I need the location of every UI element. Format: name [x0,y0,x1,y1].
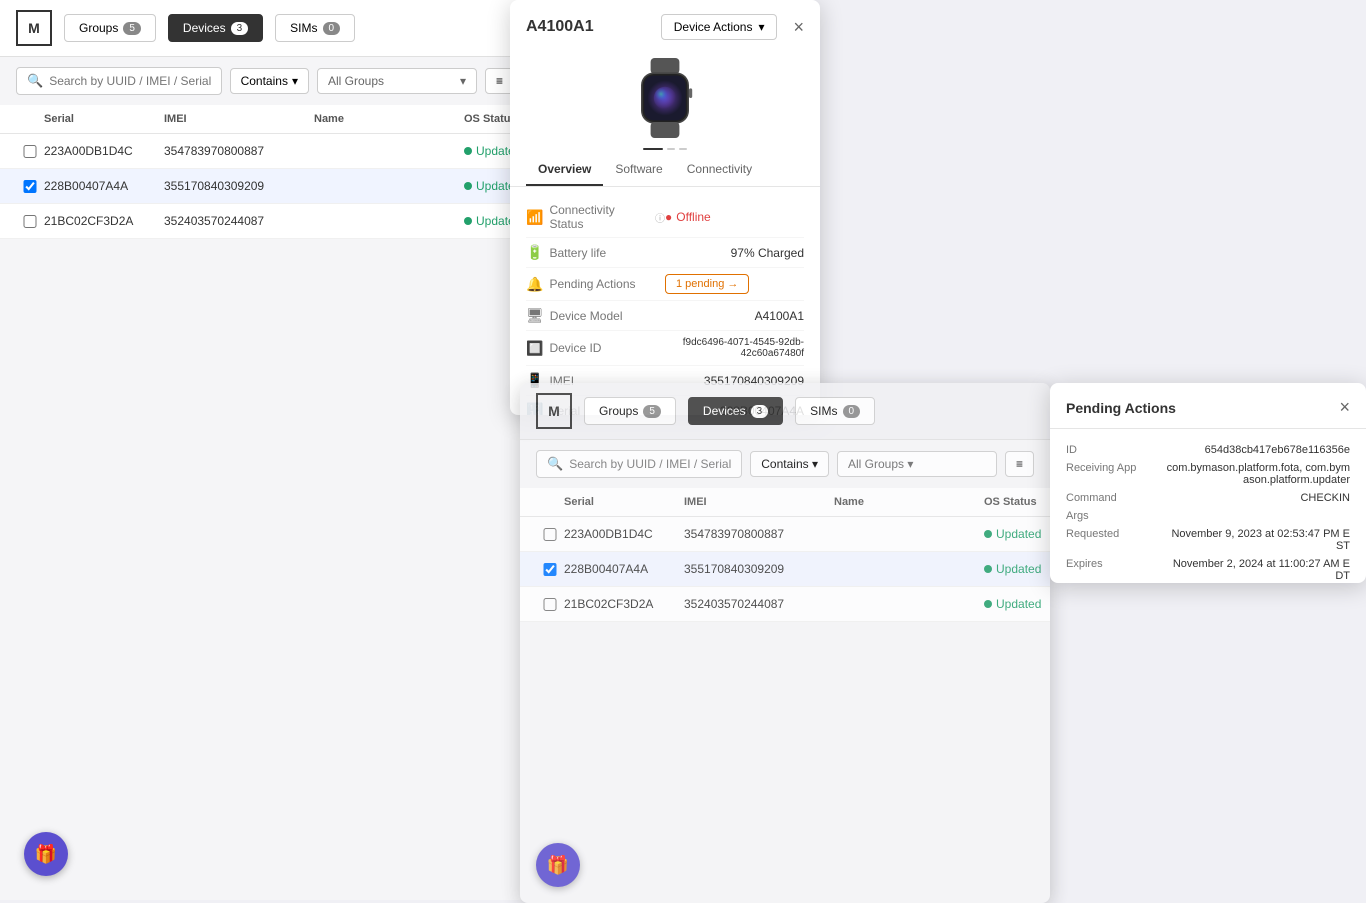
tab-sims-2[interactable]: SIMs 0 [795,397,875,425]
col-name: Name [314,113,464,125]
chevron-down-icon: ▾ [292,74,298,88]
pending-panel-title: Pending Actions [1066,400,1176,416]
pending-args-value [1166,510,1350,522]
device-actions-button[interactable]: Device Actions ▾ [661,14,778,40]
tab-sims-badge: 0 [323,22,341,35]
bell-icon: 🔔 [526,276,543,293]
pending-expires-value: November 2, 2024 at 11:00:27 AM EDT [1166,558,1350,582]
tab-devices-label: Devices [183,21,226,35]
tab-overview[interactable]: Overview [526,154,603,186]
row-checkbox[interactable] [16,215,44,228]
cell-imei: 354783970800887 [164,144,314,158]
tab-sims-label: SIMs [290,21,317,35]
pending-requested-value: November 9, 2023 at 02:53:47 PM EST [1166,528,1350,552]
device-actions-label: Device Actions [674,20,753,34]
table-row[interactable]: 223A00DB1D4C 354783970800887 Updated Out… [0,134,530,169]
connectivity-icon: 📶 [526,209,543,226]
tab-connectivity[interactable]: Connectivity [675,154,764,186]
pending-id-value: 654d38cb417eb678e116356e [1166,444,1350,456]
group-label: All Groups [328,74,384,88]
search-input[interactable] [49,74,210,88]
tab-software[interactable]: Software [603,154,674,186]
tab-groups[interactable]: Groups 5 [64,14,156,42]
tab-devices-2[interactable]: Devices 3 [688,397,783,425]
chevron-down-icon: ▾ [758,20,764,34]
table-row[interactable]: 228B00407A4A 355170840309209 Updated Upd… [0,169,530,204]
group-select-2[interactable]: All Groups ▾ [837,451,997,477]
cell-imei: 355170840309209 [164,179,314,193]
fab-button[interactable]: 🎁 [24,832,68,876]
table-row-2c[interactable]: 21BC02CF3D2A352403570244087 Updated Upda… [520,587,1050,622]
search-icon: 🔍 [27,73,43,89]
device-model-label: 🖥 Device Model [526,307,665,324]
pending-app-value: com.bymason.platform.fota, com.bymason.p… [1166,462,1350,486]
pending-requested-label: Requested [1066,528,1166,552]
pending-command-value: CHECKIN [1166,492,1350,504]
table-row-2b[interactable]: 228B00407A4A355170840309209 Updated Upda… [520,552,1050,587]
col-imei: IMEI [164,113,314,125]
cell-imei: 352403570244087 [164,214,314,228]
device-id-label: 🔲 Device ID [526,340,665,357]
second-window-layer: M Groups 5 Devices 3 SIMs 0 🔍 Contains ▾… [520,383,1050,903]
search-input-2[interactable] [569,457,731,471]
connectivity-label: 📶 Connectivity Status ⓘ [526,203,665,231]
contains-dropdown[interactable]: Contains ▾ [230,68,309,94]
tab-sims[interactable]: SIMs 0 [275,14,355,42]
tab-groups-label: Groups [79,21,118,35]
tab-groups-badge: 5 [123,22,141,35]
app-logo-2: M [536,393,572,429]
device-image [625,58,705,138]
row-checkbox[interactable] [16,145,44,158]
cell-serial: 21BC02CF3D2A [44,214,164,228]
battery-value: 97% Charged [665,246,804,260]
cell-serial: 223A00DB1D4C [44,144,164,158]
col-serial: Serial [44,113,164,125]
pending-label: 🔔 Pending Actions [526,276,665,293]
modal-title: A4100A1 [526,18,594,36]
pending-id-label: ID [1066,444,1166,456]
pending-command-label: Command [1066,492,1166,504]
pending-actions-panel: Pending Actions × ID 654d38cb417eb678e11… [1050,383,1366,583]
device-model-value: A4100A1 [665,309,804,323]
table-row-2a[interactable]: 223A00DB1D4C354783970800887 Updated Out … [520,517,1050,552]
table-row[interactable]: 21BC02CF3D2A 352403570244087 Updated Upd… [0,204,530,239]
row-checkbox[interactable] [16,180,44,193]
table-header-2: Serial IMEI Name OS Status Project Statu… [520,488,1050,517]
pending-close-button[interactable]: × [1339,397,1350,418]
contains-label: Contains [241,74,288,88]
filter-button-2[interactable]: ≡ [1005,451,1034,477]
filter-icon: ≡ [496,74,503,88]
pending-actions-value: 1 pending → [665,274,804,294]
monitor-icon: 🖥 [526,307,544,324]
tab-devices[interactable]: Devices 3 [168,14,263,42]
row-checkbox-2a[interactable] [536,528,564,541]
table-header: Serial IMEI Name OS Status Project Statu… [0,105,530,134]
app-logo: M [16,10,52,46]
row-checkbox-2b[interactable] [536,563,564,576]
row-checkbox-2c[interactable] [536,598,564,611]
contains-dropdown-2[interactable]: Contains ▾ [750,451,829,477]
device-id-value: f9dc6496-4071-4545-92db-42c60a67480f [665,337,804,359]
tab-devices-badge: 3 [231,22,249,35]
device-detail-modal: A4100A1 Device Actions ▾ × [510,0,820,415]
cell-serial: 228B00407A4A [44,179,164,193]
id-icon: 🔲 [526,340,543,357]
tab-groups-2[interactable]: Groups 5 [584,397,676,425]
pending-expires-label: Expires [1066,558,1166,582]
pending-app-label: Receiving App [1066,462,1166,486]
modal-close-button[interactable]: × [793,17,804,38]
fab-button-2[interactable]: 🎁 [536,843,580,887]
battery-label: 🔋 Battery life [526,244,665,261]
pending-args-label: Args [1066,510,1166,522]
battery-icon: 🔋 [526,244,543,261]
group-select[interactable]: All Groups ▾ [317,68,477,94]
pending-actions-button[interactable]: 1 pending → [665,274,749,294]
connectivity-value: ● Offline [665,210,804,224]
chevron-down-icon: ▾ [460,74,466,88]
